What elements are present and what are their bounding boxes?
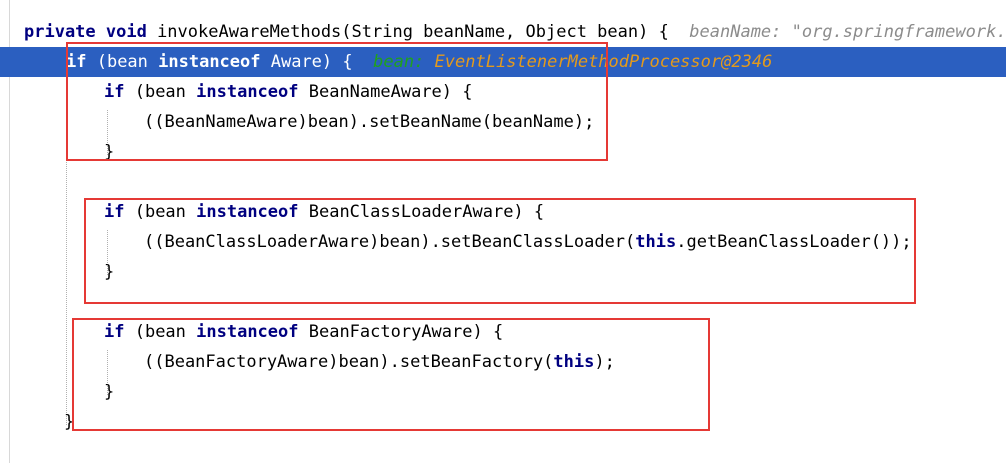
code-editor[interactable]: private void invokeAwareMethods(String b… xyxy=(0,0,1006,463)
keyword-token: private void xyxy=(24,22,158,42)
code-token: invokeAwareMethods(String beanName, Obje… xyxy=(157,22,669,42)
inline-debug-hint: beanName: "org.springframework.c xyxy=(668,22,1006,42)
annotation-box-classloader xyxy=(84,198,916,304)
annotation-box-beanfactory xyxy=(72,318,710,431)
annotation-box-aware xyxy=(66,42,608,161)
